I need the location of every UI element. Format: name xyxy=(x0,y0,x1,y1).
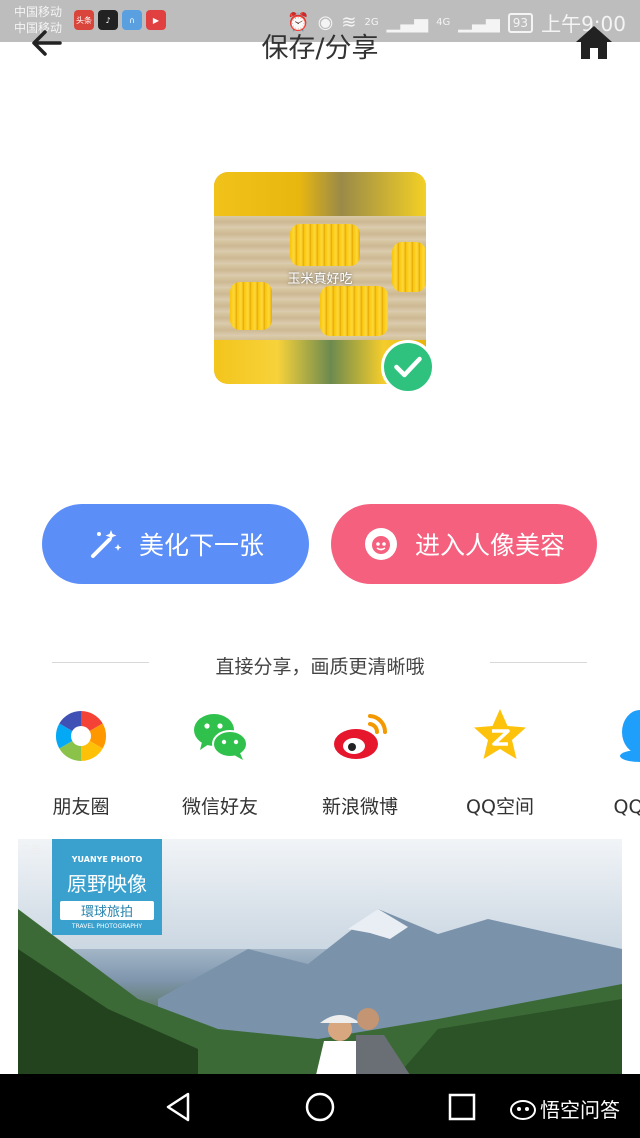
share-label: 朋友圈 xyxy=(52,796,110,818)
weibo-icon xyxy=(334,714,388,759)
watermark: 悟空问答 xyxy=(510,1094,620,1123)
share-qq-friend[interactable]: QQ好 xyxy=(578,706,640,819)
share-weibo[interactable]: 新浪微博 xyxy=(300,706,420,819)
face-flower-icon xyxy=(364,528,397,560)
ad-logo-cn: 原野映像 xyxy=(67,872,147,896)
corn-piece xyxy=(320,286,388,336)
watermark-text: 悟空问答 xyxy=(540,1098,620,1122)
moments-icon xyxy=(55,710,107,762)
share-label: 微信好友 xyxy=(181,796,258,818)
magic-wand-icon xyxy=(90,530,122,558)
portrait-beauty-button[interactable]: 进入人像美容 xyxy=(331,504,597,584)
carrier-1: 中国移动 xyxy=(14,5,63,19)
ad-banner[interactable]: 广告 YUANYE PHOTO 原野映像 環球旅拍 TRAVEL PHOTOGR… xyxy=(18,839,622,1075)
wukong-logo-icon xyxy=(510,1099,536,1120)
beautify-next-label: 美化下一张 xyxy=(138,531,264,560)
nav-home-icon[interactable] xyxy=(303,1090,337,1124)
share-label: 新浪微博 xyxy=(321,796,398,818)
check-icon xyxy=(381,340,435,394)
share-wechat[interactable]: 微信好友 xyxy=(160,706,280,819)
qzone-icon xyxy=(474,709,526,759)
page-title: 保存/分享 xyxy=(261,33,379,64)
ad-logo: YUANYE PHOTO 原野映像 環球旅拍 TRAVEL PHOTOGRAPH… xyxy=(52,839,162,935)
corn-piece xyxy=(290,224,360,266)
photo-caption: 玉米真好吃 xyxy=(287,272,353,287)
nav-back-icon[interactable] xyxy=(161,1090,195,1124)
home-icon[interactable] xyxy=(574,22,614,62)
share-label: QQ好 xyxy=(613,796,640,818)
qq-icon xyxy=(620,710,640,762)
share-label: QQ空间 xyxy=(466,796,534,818)
wechat-icon xyxy=(194,714,248,760)
divider-right xyxy=(490,662,587,663)
portrait-beauty-label: 进入人像美容 xyxy=(414,531,565,560)
share-moments[interactable]: 朋友圈 xyxy=(21,706,141,819)
corn-piece xyxy=(230,282,272,330)
share-qzone[interactable]: QQ空间 xyxy=(440,706,560,819)
ad-logo-tag: TRAVEL PHOTOGRAPHY xyxy=(71,923,143,930)
photo-top-strip xyxy=(214,172,426,216)
ad-logo-en: YUANYE PHOTO xyxy=(71,855,143,864)
ad-tag: 广告 xyxy=(20,843,42,856)
nav-recents-icon[interactable] xyxy=(445,1090,479,1124)
share-heading: 直接分享，画质更清晰哦 xyxy=(215,656,425,678)
beautify-next-button[interactable]: 美化下一张 xyxy=(42,504,309,584)
ad-logo-sub: 環球旅拍 xyxy=(60,901,154,920)
